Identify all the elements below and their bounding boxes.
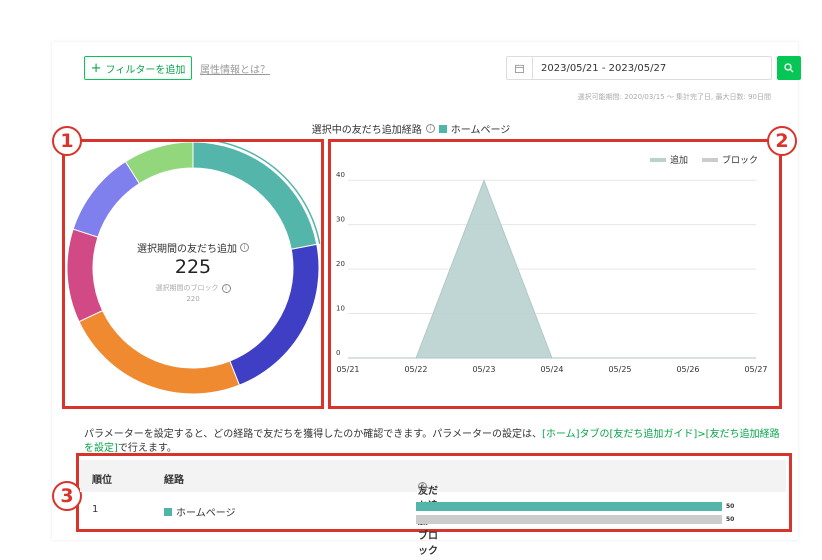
- route-selected-name: ホームページ: [450, 125, 511, 136]
- annotation-box-2: [328, 139, 782, 409]
- info-icon[interactable]: ?: [418, 482, 427, 491]
- calendar-icon[interactable]: [507, 57, 533, 79]
- help-text-suffix: で行えます。: [117, 443, 177, 454]
- date-range-value: 2023/05/21 - 2023/05/27: [541, 62, 667, 74]
- search-button[interactable]: [777, 56, 801, 80]
- annotation-badge-2: 2: [767, 126, 797, 156]
- help-text-main: パラメーターを設定すると、どの経路で友だちを獲得したのか確認できます。パラメータ…: [84, 429, 542, 440]
- header-route: 経路: [164, 475, 184, 486]
- route-title: 選択中の友だち追加経路 i ホームページ: [0, 121, 822, 136]
- block-bar: [416, 515, 722, 524]
- search-icon: [784, 63, 794, 73]
- table-row: 1 ホームページ 50 50: [80, 492, 786, 528]
- parameter-help-text: パラメーターを設定すると、どの経路で友だちを獲得したのか確認できます。パラメータ…: [84, 428, 784, 456]
- block-bar-value: 50: [726, 516, 735, 523]
- annotation-box-1: [62, 139, 324, 409]
- route-color-swatch: [164, 507, 172, 516]
- route-color-swatch: [438, 124, 447, 133]
- info-icon[interactable]: i: [425, 124, 435, 133]
- table-header: 順位 経路 友だち追加・ブロック ?: [80, 460, 786, 557]
- row-route-name: ホームページ: [176, 508, 236, 519]
- row-route: ホームページ: [164, 504, 236, 519]
- date-range-field[interactable]: 2023/05/21 - 2023/05/27: [506, 56, 772, 80]
- plus-icon: +: [90, 60, 102, 76]
- header-rank: 順位: [92, 475, 112, 486]
- attribute-info-link[interactable]: 属性情報とは？: [200, 61, 270, 76]
- route-title-text: 選択中の友だち追加経路: [311, 125, 422, 136]
- period-note: 選択可能期間: 2020/03/15 〜 集計完了日, 最大日数: 90日間: [577, 93, 771, 101]
- add-bar-value: 50: [726, 503, 735, 510]
- annotation-badge-1: 1: [52, 126, 82, 156]
- row-rank: 1: [92, 504, 99, 515]
- add-filter-button[interactable]: + フィルターを追加: [84, 56, 192, 80]
- annotation-badge-3: 3: [52, 481, 82, 511]
- add-filter-label: フィルターを追加: [105, 64, 186, 76]
- add-bar: [416, 502, 722, 511]
